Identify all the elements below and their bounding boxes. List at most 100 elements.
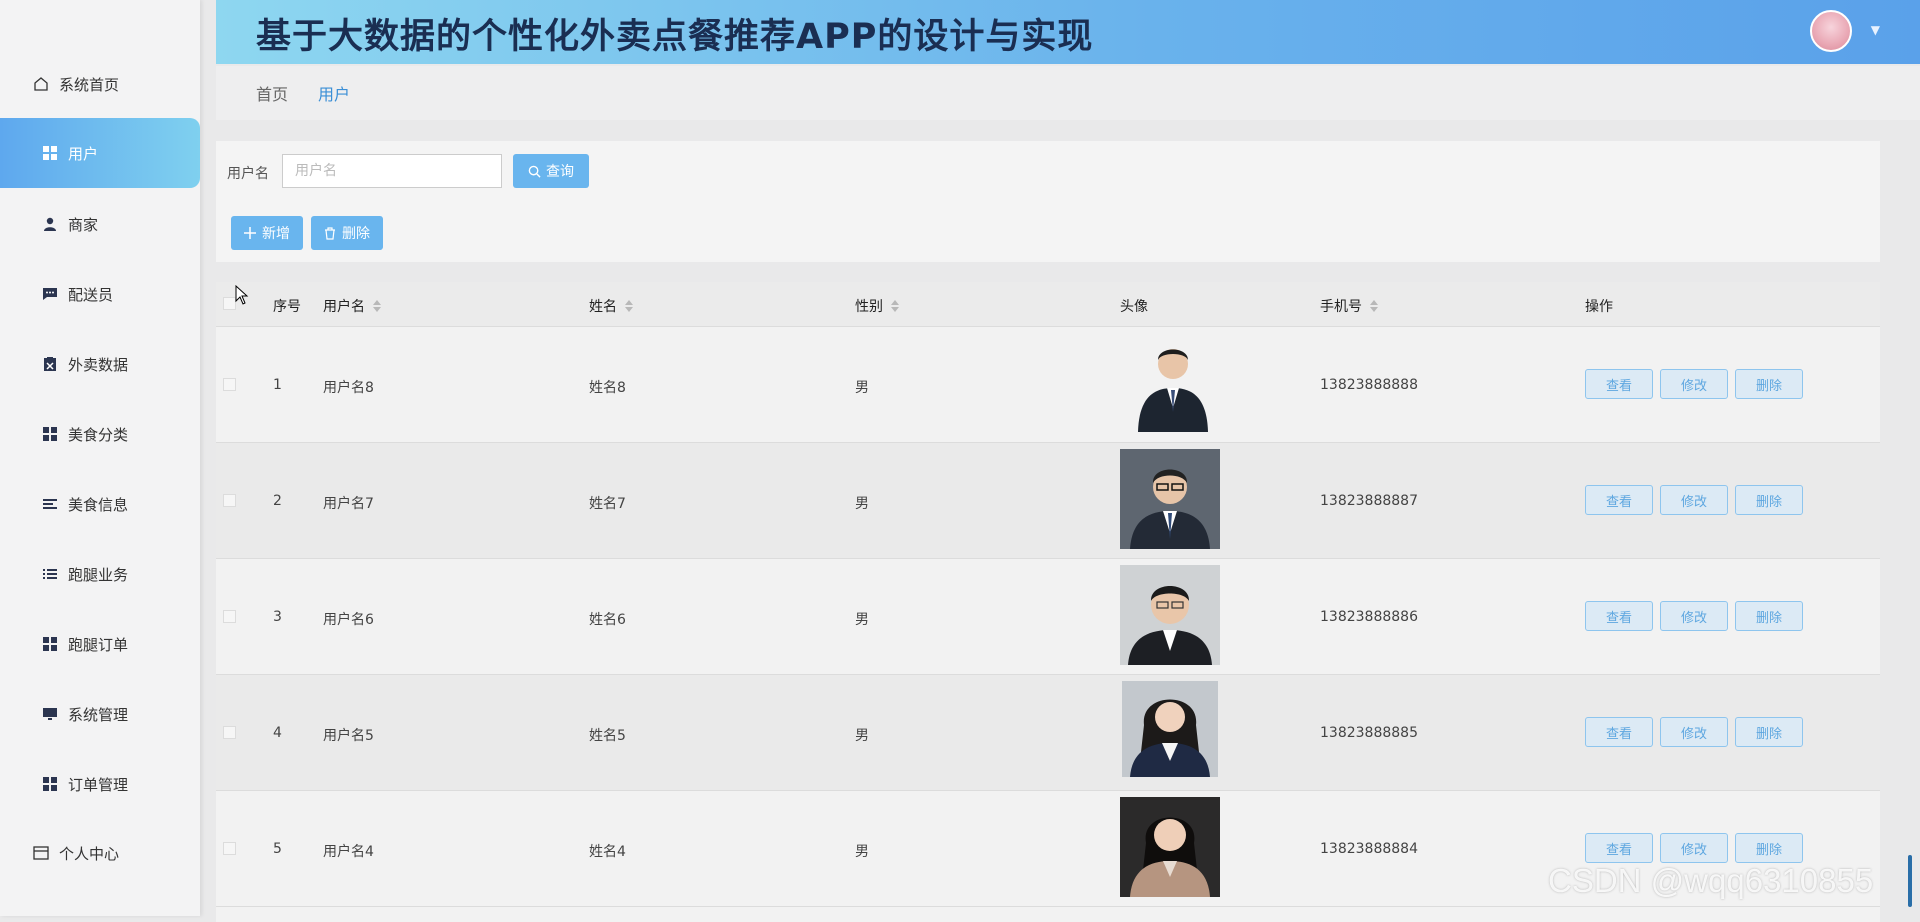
delete-button[interactable]: 删除	[1735, 833, 1803, 863]
sidebar-item-label: 跑腿订单	[68, 635, 129, 654]
user-icon	[42, 216, 58, 232]
search-label: 用户名	[227, 166, 269, 182]
sidebar-item-label: 系统管理	[68, 705, 129, 724]
sidebar-item-users[interactable]: 用户	[0, 118, 200, 188]
chat-icon	[42, 286, 58, 302]
delete-button[interactable]: 删除	[1735, 601, 1803, 631]
sidebar-item-errand-business[interactable]: 跑腿业务	[0, 539, 200, 609]
sidebar-item-home[interactable]: 系统首页	[0, 49, 200, 119]
cell-phone: 13823888885	[1320, 725, 1418, 741]
sidebar-item-label: 个人中心	[59, 844, 120, 863]
cell-username: 用户名5	[323, 728, 374, 744]
delete-button[interactable]: 删除	[1735, 717, 1803, 747]
edit-button[interactable]: 修改	[1660, 369, 1728, 399]
scrollbar-thumb[interactable]	[1908, 855, 1912, 907]
delete-button[interactable]: 删除	[1735, 485, 1803, 515]
edit-button[interactable]: 修改	[1660, 717, 1728, 747]
table-header: 序号 用户名 姓名 性别 头像 手机号 操作	[216, 282, 1880, 327]
query-button-label: 查询	[546, 164, 574, 180]
app-title: 基于大数据的个性化外卖点餐推荐APP的设计与实现	[256, 17, 1094, 57]
column-header-avatar: 头像	[1120, 299, 1148, 315]
cell-gender: 男	[855, 844, 869, 860]
top-header: 基于大数据的个性化外卖点餐推荐APP的设计与实现 ▼	[216, 0, 1920, 64]
edit-button[interactable]: 修改	[1660, 485, 1728, 515]
column-header-actions: 操作	[1585, 299, 1613, 315]
table-row: 4 用户名5 姓名5 男 13823888885 查看 修改 删除	[216, 675, 1880, 791]
cell-index: 4	[273, 725, 282, 741]
list-icon	[42, 566, 58, 582]
cell-phone: 13823888884	[1320, 841, 1418, 857]
view-button[interactable]: 查看	[1585, 601, 1653, 631]
column-header-phone[interactable]: 手机号	[1320, 296, 1378, 316]
delete-button[interactable]: 删除	[1735, 369, 1803, 399]
sort-icon	[891, 300, 899, 312]
cell-username: 用户名6	[323, 612, 374, 628]
row-checkbox[interactable]	[223, 494, 236, 507]
view-button[interactable]: 查看	[1585, 485, 1653, 515]
sidebar-item-label: 用户	[68, 144, 99, 163]
cell-name: 姓名5	[589, 728, 626, 744]
edit-button[interactable]: 修改	[1660, 601, 1728, 631]
cell-username: 用户名4	[323, 844, 374, 860]
cell-gender: 男	[855, 728, 869, 744]
row-checkbox[interactable]	[223, 610, 236, 623]
user-table: 序号 用户名 姓名 性别 头像 手机号 操作 1 用户名8 姓名8 男 1382…	[216, 282, 1880, 922]
cell-index: 5	[273, 841, 282, 857]
sidebar-item-personal-center[interactable]: 个人中心	[0, 818, 200, 888]
column-header-username[interactable]: 用户名	[323, 296, 381, 316]
cell-name: 姓名8	[589, 380, 626, 396]
sidebar-item-label: 配送员	[68, 285, 114, 304]
list-icon	[42, 496, 58, 512]
row-checkbox[interactable]	[223, 726, 236, 739]
column-header-gender[interactable]: 性别	[855, 296, 899, 316]
edit-button[interactable]: 修改	[1660, 833, 1728, 863]
add-button[interactable]: 新增	[231, 216, 303, 250]
avatar-photo	[1133, 336, 1213, 432]
search-input[interactable]	[282, 154, 502, 188]
watermark: CSDN @wqq6310855	[1548, 862, 1874, 899]
sidebar-item-food-info[interactable]: 美食信息	[0, 469, 200, 539]
breadcrumb-home[interactable]: 首页	[256, 81, 288, 105]
avatar[interactable]	[1810, 10, 1852, 52]
table-row: 2 用户名7 姓名7 男 13823888887 查看 修改 删除	[216, 443, 1880, 559]
row-checkbox[interactable]	[223, 378, 236, 391]
sort-icon	[625, 300, 633, 312]
grid-icon	[42, 145, 58, 161]
sort-icon	[1370, 300, 1378, 312]
view-button[interactable]: 查看	[1585, 369, 1653, 399]
chevron-down-icon[interactable]: ▼	[1871, 23, 1880, 37]
sidebar-item-label: 跑腿业务	[68, 565, 129, 584]
home-icon	[33, 76, 49, 92]
grid-icon	[42, 636, 58, 652]
add-button-label: 新增	[262, 226, 290, 242]
view-button[interactable]: 查看	[1585, 833, 1653, 863]
avatar-photo	[1120, 449, 1220, 549]
sidebar-item-system-management[interactable]: 系统管理	[0, 679, 200, 749]
sidebar-item-food-category[interactable]: 美食分类	[0, 399, 200, 469]
column-header-name[interactable]: 姓名	[589, 296, 633, 316]
view-button[interactable]: 查看	[1585, 717, 1653, 747]
avatar-photo	[1120, 797, 1220, 897]
cell-name: 姓名6	[589, 612, 626, 628]
sidebar-item-errand-orders[interactable]: 跑腿订单	[0, 609, 200, 679]
sidebar-item-order-management[interactable]: 订单管理	[0, 749, 200, 819]
sidebar-item-label: 系统首页	[59, 75, 120, 94]
grid-icon	[42, 426, 58, 442]
monitor-icon	[42, 706, 58, 722]
cell-username: 用户名7	[323, 496, 374, 512]
sidebar-item-delivery-data[interactable]: 外卖数据	[0, 329, 200, 399]
sidebar-item-label: 订单管理	[68, 775, 129, 794]
sidebar-item-label: 商家	[68, 215, 99, 234]
cell-phone: 13823888887	[1320, 493, 1418, 509]
query-button[interactable]: 查询	[513, 154, 589, 188]
batch-delete-button[interactable]: 删除	[311, 216, 383, 250]
avatar-photo	[1120, 565, 1220, 665]
sort-icon	[373, 300, 381, 312]
avatar-photo	[1122, 681, 1218, 777]
breadcrumb: 首页 用户	[216, 66, 1920, 120]
row-checkbox[interactable]	[223, 842, 236, 855]
sidebar-item-couriers[interactable]: 配送员	[0, 259, 200, 329]
sidebar-item-merchants[interactable]: 商家	[0, 189, 200, 259]
cell-gender: 男	[855, 612, 869, 628]
cell-index: 1	[273, 377, 282, 393]
